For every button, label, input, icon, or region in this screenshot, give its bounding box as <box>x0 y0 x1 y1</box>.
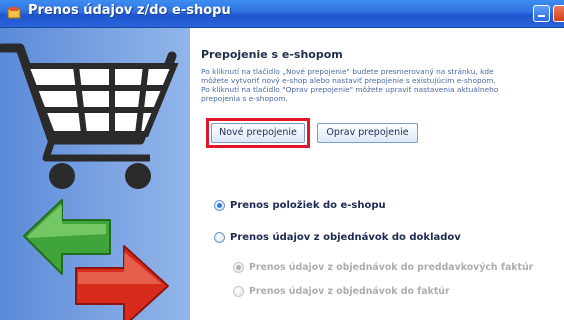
description-line: prepojenia s e-shopom. <box>201 94 288 103</box>
option-label: Prenos údajov z objednávok do dokladov <box>230 232 461 243</box>
description-line: Po kliknutí na tlačidlo "Oprav prepojeni… <box>201 85 499 94</box>
radio-button[interactable] <box>214 232 225 243</box>
option-label: Prenos údajov z objednávok do preddavkov… <box>249 262 534 273</box>
red-arrow-right-icon <box>75 245 169 320</box>
green-arrow-left-icon <box>23 199 111 275</box>
description-line: Po kliknutí na tlačidlo „Nové prepojenie… <box>201 67 494 76</box>
app-icon <box>7 7 21 19</box>
connection-panel: Prepojenie s e-shopom Po kliknutí na tla… <box>190 28 564 320</box>
shopping-cart-icon <box>0 43 179 189</box>
highlight-frame <box>206 118 310 148</box>
section-heading: Prepojenie s e-shopom <box>201 48 343 61</box>
title-bar[interactable]: Prenos údajov z/do e-shopu <box>0 0 564 28</box>
radio-button[interactable] <box>214 200 225 211</box>
minimize-button[interactable] <box>533 5 550 22</box>
dialog-window: Prenos údajov z/do e-shopu Prepojenie s <box>0 0 564 320</box>
window-title: Prenos údajov z/do e-shopu <box>28 3 231 18</box>
fix-connection-button[interactable]: Oprav prepojenie <box>317 123 418 143</box>
sidebar-illustration <box>0 43 179 320</box>
description-line: môžete vytvoriť nový e-shop alebo nastav… <box>201 76 496 85</box>
option-label: Prenos údajov z objednávok do faktúr <box>249 286 450 297</box>
section-description: Po kliknutí na tlačidlo „Nové prepojenie… <box>201 67 499 103</box>
radio-button <box>233 262 244 273</box>
radio-button <box>233 286 244 297</box>
minimize-icon <box>538 15 545 17</box>
close-button[interactable] <box>553 5 564 22</box>
option-label: Prenos položiek do e-shopu <box>230 200 386 211</box>
